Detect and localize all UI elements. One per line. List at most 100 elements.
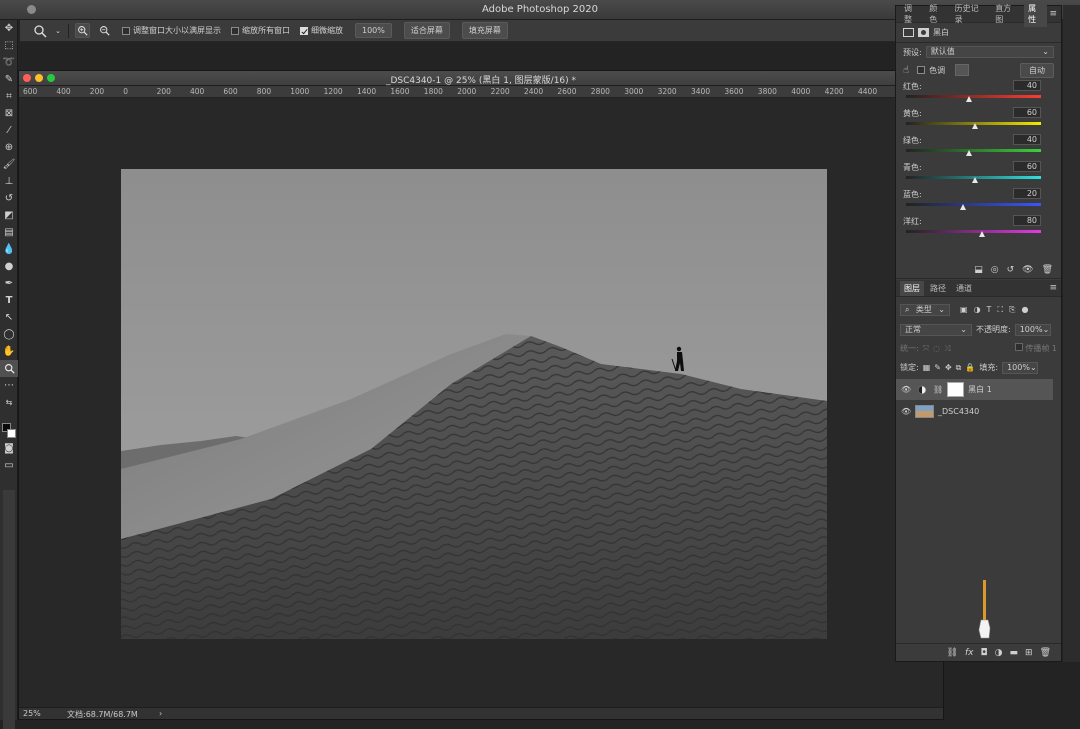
- adjustment-filter-icon[interactable]: ◑: [974, 305, 981, 315]
- tab-layers-0[interactable]: 图层: [900, 280, 924, 296]
- lock-transparent-icon[interactable]: ▦: [923, 363, 931, 372]
- adjustment-icon[interactable]: [903, 28, 914, 37]
- shape-tool-icon[interactable]: ◯: [0, 326, 18, 343]
- zoom-tool-icon[interactable]: [0, 360, 18, 377]
- quick-mask-icon[interactable]: ◙: [0, 440, 18, 457]
- slider-thumb[interactable]: [966, 150, 973, 156]
- slider-value-input[interactable]: 40: [1013, 134, 1041, 145]
- trash-icon[interactable]: 🗑: [1042, 265, 1053, 275]
- slider-track[interactable]: [906, 149, 1041, 152]
- adjustment-thumbnail[interactable]: [917, 385, 927, 394]
- reset-icon[interactable]: ↺: [1007, 265, 1015, 275]
- scrubby-zoom-checkbox[interactable]: 细微缩放: [300, 25, 343, 36]
- document-tab[interactable]: _DSC4340-1 @ 25% (黑白 1, 图层蒙版/16) *: [19, 71, 943, 86]
- type-filter-icon[interactable]: T: [987, 305, 992, 315]
- hand-tool-icon[interactable]: ✋: [0, 343, 18, 360]
- fit-screen-button[interactable]: 适合屏幕: [403, 22, 450, 39]
- zoom-tool-preset-icon[interactable]: [32, 23, 48, 39]
- visibility-eye-icon[interactable]: 👁: [1022, 265, 1033, 275]
- tint-color-swatch[interactable]: [955, 64, 970, 76]
- checkbox-box[interactable]: [300, 26, 308, 35]
- checkbox-box[interactable]: [122, 26, 130, 35]
- layer-row-bw-adjustment[interactable]: 👁 ⛓ 黑白 1: [896, 379, 1053, 400]
- delete-layer-icon[interactable]: 🗑: [1040, 648, 1051, 658]
- slider-thumb[interactable]: [966, 96, 973, 102]
- frame-tool-icon[interactable]: ⊠: [0, 105, 18, 122]
- zoom-in-button[interactable]: [75, 23, 90, 38]
- new-group-icon[interactable]: ▬: [1010, 648, 1019, 658]
- zoom-level[interactable]: 25%: [23, 709, 41, 718]
- slider-track[interactable]: [906, 95, 1041, 98]
- layer-name[interactable]: _DSC4340: [938, 407, 979, 416]
- lock-all-icon[interactable]: 🔒: [965, 363, 975, 372]
- screen-mode-icon[interactable]: ▭: [0, 457, 18, 474]
- fill-screen-button[interactable]: 填充屏幕: [461, 22, 508, 39]
- crop-tool-icon[interactable]: ⌗: [0, 88, 18, 105]
- layer-kind-select[interactable]: ⌕ 类型 ⌄: [900, 303, 950, 316]
- slider-value-input[interactable]: 60: [1013, 161, 1041, 172]
- auto-button[interactable]: 自动: [1020, 62, 1054, 78]
- image-thumbnail[interactable]: [915, 405, 934, 418]
- tab-panel-3[interactable]: 直方图: [991, 1, 1022, 27]
- eyedropper-tool-icon[interactable]: ⁄: [0, 122, 18, 139]
- visibility-eye-icon[interactable]: 👁: [901, 385, 911, 394]
- layer-row-image[interactable]: 👁 _DSC4340: [896, 401, 1053, 422]
- layers-menu-icon[interactable]: ≡: [1049, 283, 1057, 293]
- type-tool-icon[interactable]: T: [0, 292, 18, 309]
- layer-mask-thumbnail[interactable]: [947, 382, 965, 397]
- pixel-filter-icon[interactable]: ▣: [960, 305, 968, 315]
- blur-tool-icon[interactable]: 💧: [0, 241, 18, 258]
- slider-value-input[interactable]: 60: [1013, 107, 1041, 118]
- panel-menu-icon[interactable]: ≡: [1049, 9, 1057, 19]
- tab-layers-2[interactable]: 通道: [952, 281, 976, 296]
- lock-artboard-icon[interactable]: ⧉: [956, 363, 962, 373]
- tab-layers-1[interactable]: 路径: [926, 281, 950, 296]
- slider-value-input[interactable]: 40: [1013, 80, 1041, 91]
- layer-style-fx-icon[interactable]: fx: [965, 648, 974, 658]
- preset-select[interactable]: 默认值 ⌄: [925, 46, 1054, 58]
- zoom-out-button[interactable]: [96, 23, 112, 39]
- lock-pixels-icon[interactable]: ✎: [934, 363, 941, 372]
- healing-brush-tool-icon[interactable]: ⊕: [0, 139, 18, 156]
- chevron-down-icon[interactable]: ⌄: [54, 23, 62, 39]
- slider-thumb[interactable]: [971, 123, 978, 129]
- tint-checkbox[interactable]: [917, 66, 926, 74]
- link-layers-icon[interactable]: ⛓: [947, 648, 958, 658]
- swap-colors-icon[interactable]: ⇆: [0, 394, 18, 411]
- slider-track[interactable]: [906, 230, 1041, 233]
- layer-name[interactable]: 黑白 1: [968, 384, 992, 395]
- slider-thumb[interactable]: [971, 177, 978, 183]
- mask-icon[interactable]: [918, 28, 929, 37]
- opacity-input[interactable]: 100% ⌄: [1014, 323, 1051, 336]
- new-adjustment-icon[interactable]: ◑: [995, 648, 1003, 658]
- new-layer-icon[interactable]: ⊞: [1025, 648, 1033, 658]
- slider-value-input[interactable]: 20: [1013, 188, 1041, 199]
- shape-filter-icon[interactable]: ⛶: [997, 305, 1003, 315]
- fill-input[interactable]: 100% ⌄: [1002, 361, 1039, 374]
- visibility-eye-icon[interactable]: 👁: [901, 407, 911, 416]
- propagate-frame-checkbox[interactable]: 传播帧 1: [1014, 343, 1057, 354]
- unify-style-icon[interactable]: ⤨: [944, 344, 950, 354]
- lock-position-icon[interactable]: ✥: [945, 363, 952, 372]
- tab-panel-2[interactable]: 历史记录: [951, 1, 990, 27]
- slider-thumb[interactable]: [978, 231, 985, 237]
- resize-windows-checkbox[interactable]: 调整窗口大小以满屏显示: [122, 25, 221, 36]
- view-previous-icon[interactable]: ◎: [991, 265, 999, 275]
- marquee-tool-icon[interactable]: ⬚: [0, 37, 18, 54]
- brush-tool-icon[interactable]: 🖌: [0, 156, 18, 173]
- dodge-tool-icon[interactable]: ●: [0, 258, 18, 275]
- slider-track[interactable]: [906, 203, 1041, 206]
- tab-panel-1[interactable]: 颜色: [925, 1, 948, 27]
- blend-mode-select[interactable]: 正常 ⌄: [900, 323, 972, 336]
- eraser-tool-icon[interactable]: ◩: [0, 207, 18, 224]
- zoom-all-windows-checkbox[interactable]: 缩放所有窗口: [231, 25, 290, 36]
- gradient-tool-icon[interactable]: ▤: [0, 224, 18, 241]
- background-color-swatch[interactable]: [7, 429, 16, 438]
- more-tools-icon[interactable]: ⋯: [0, 377, 18, 394]
- slider-value-input[interactable]: 80: [1013, 215, 1041, 226]
- smart-object-filter-icon[interactable]: ⎘: [1009, 305, 1015, 315]
- checkbox-box[interactable]: [231, 26, 239, 35]
- targeted-adjust-hand-icon[interactable]: ☝: [903, 65, 909, 76]
- lasso-tool-icon[interactable]: ➰: [0, 54, 18, 71]
- tab-panel-4[interactable]: 属性: [1024, 1, 1048, 27]
